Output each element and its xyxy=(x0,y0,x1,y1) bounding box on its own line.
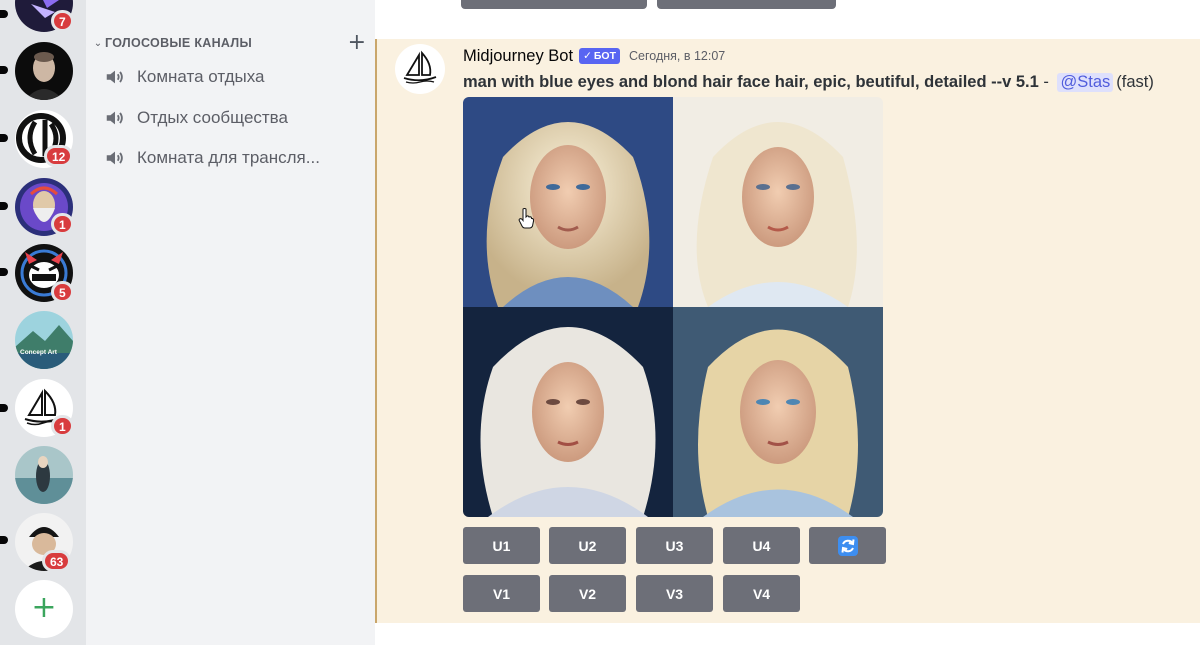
variation-button-1[interactable]: V1 xyxy=(463,575,540,612)
reroll-button[interactable] xyxy=(809,527,886,564)
server-badge-9: 63 xyxy=(42,550,72,572)
mode-label: (fast) xyxy=(1116,72,1154,91)
prompt-text: man with blue eyes and blond hair face h… xyxy=(463,72,1039,91)
server-rail: 7 12 1 5 Concept Art 1 63 + xyxy=(0,0,86,645)
check-icon: ✓ xyxy=(583,50,592,62)
upscale-button-4[interactable]: U4 xyxy=(723,527,800,564)
channel-item-2[interactable]: Отдых сообщества xyxy=(104,101,364,135)
server-badge-1: 7 xyxy=(51,10,74,32)
upscale-button-1[interactable]: U1 xyxy=(463,527,540,564)
server-badge-4: 1 xyxy=(51,213,74,235)
channel-name: Отдых сообщества xyxy=(137,108,288,127)
channel-name: Комната отдыха xyxy=(137,67,265,86)
generated-image-2 xyxy=(673,97,883,307)
unread-pill xyxy=(0,268,8,276)
speaker-icon xyxy=(106,151,123,165)
server-icon-6[interactable]: Concept Art xyxy=(15,311,73,369)
server-badge-7: 1 xyxy=(51,415,74,437)
chat-area: Midjourney Bot ✓ БОТ Сегодня, в 12:07 man… xyxy=(375,0,1200,645)
add-server-button[interactable]: + xyxy=(15,580,73,638)
unread-pill xyxy=(0,536,8,544)
unread-pill xyxy=(0,202,8,210)
generated-image-4 xyxy=(673,307,883,517)
discord-window: 7 12 1 5 Concept Art 1 63 + ⌄ ГОЛОСОВЫЕ … xyxy=(0,0,1200,645)
variation-button-2[interactable]: V2 xyxy=(549,575,626,612)
upscale-button-2[interactable]: U2 xyxy=(549,527,626,564)
server-badge-5: 5 xyxy=(51,281,74,303)
hand-cursor-icon xyxy=(518,208,534,229)
unread-pill xyxy=(0,404,8,412)
bot-tag-label: БОТ xyxy=(593,50,617,62)
channel-item-1[interactable]: Комната отдыха xyxy=(104,60,364,94)
image-grid[interactable] xyxy=(463,97,883,517)
message-header: Midjourney Bot ✓ БОТ Сегодня, в 12:07 xyxy=(463,45,725,67)
separator: - xyxy=(1038,72,1054,91)
category-title: ГОЛОСОВЫЕ КАНАЛЫ xyxy=(105,36,253,50)
plus-icon: + xyxy=(31,590,57,625)
upscale-button-3[interactable]: U3 xyxy=(636,527,713,564)
bot-message: Midjourney Bot ✓ БОТ Сегодня, в 12:07 man… xyxy=(375,39,1200,623)
sailboat-icon xyxy=(403,50,437,84)
previous-message-button[interactable] xyxy=(657,0,836,9)
user-mention[interactable]: @Stas xyxy=(1057,72,1114,92)
generated-image-1 xyxy=(463,97,673,307)
channel-name: Комната для трансля... xyxy=(137,148,320,167)
speaker-icon xyxy=(106,111,123,125)
previous-message-button[interactable] xyxy=(461,0,647,9)
server-icon-2[interactable] xyxy=(15,42,73,100)
chevron-down-icon: ⌄ xyxy=(93,37,103,49)
variation-button-4[interactable]: V4 xyxy=(723,575,800,612)
add-channel-button[interactable]: + xyxy=(348,32,366,54)
unread-pill xyxy=(0,66,8,74)
variation-button-3[interactable]: V3 xyxy=(636,575,713,612)
server-badge-3: 12 xyxy=(44,145,74,167)
unread-pill xyxy=(0,134,8,142)
channel-sidebar: ⌄ ГОЛОСОВЫЕ КАНАЛЫ + Комната отдыха Отды… xyxy=(86,0,375,645)
message-content: man with blue eyes and blond hair face h… xyxy=(463,71,1154,93)
timestamp: Сегодня, в 12:07 xyxy=(629,49,726,63)
server-6-label: Concept Art xyxy=(20,349,57,356)
unread-pill xyxy=(0,10,8,18)
author-name[interactable]: Midjourney Bot xyxy=(463,47,573,66)
bot-avatar[interactable] xyxy=(395,44,445,94)
generated-image-3 xyxy=(463,307,673,517)
bot-tag: ✓ БОТ xyxy=(579,48,621,64)
voice-channels-category[interactable]: ⌄ ГОЛОСОВЫЕ КАНАЛЫ + xyxy=(91,32,366,54)
channel-item-3[interactable]: Комната для трансля... xyxy=(104,141,364,175)
server-icon-8[interactable] xyxy=(15,446,73,504)
refresh-icon xyxy=(837,535,858,556)
speaker-icon xyxy=(106,70,123,84)
